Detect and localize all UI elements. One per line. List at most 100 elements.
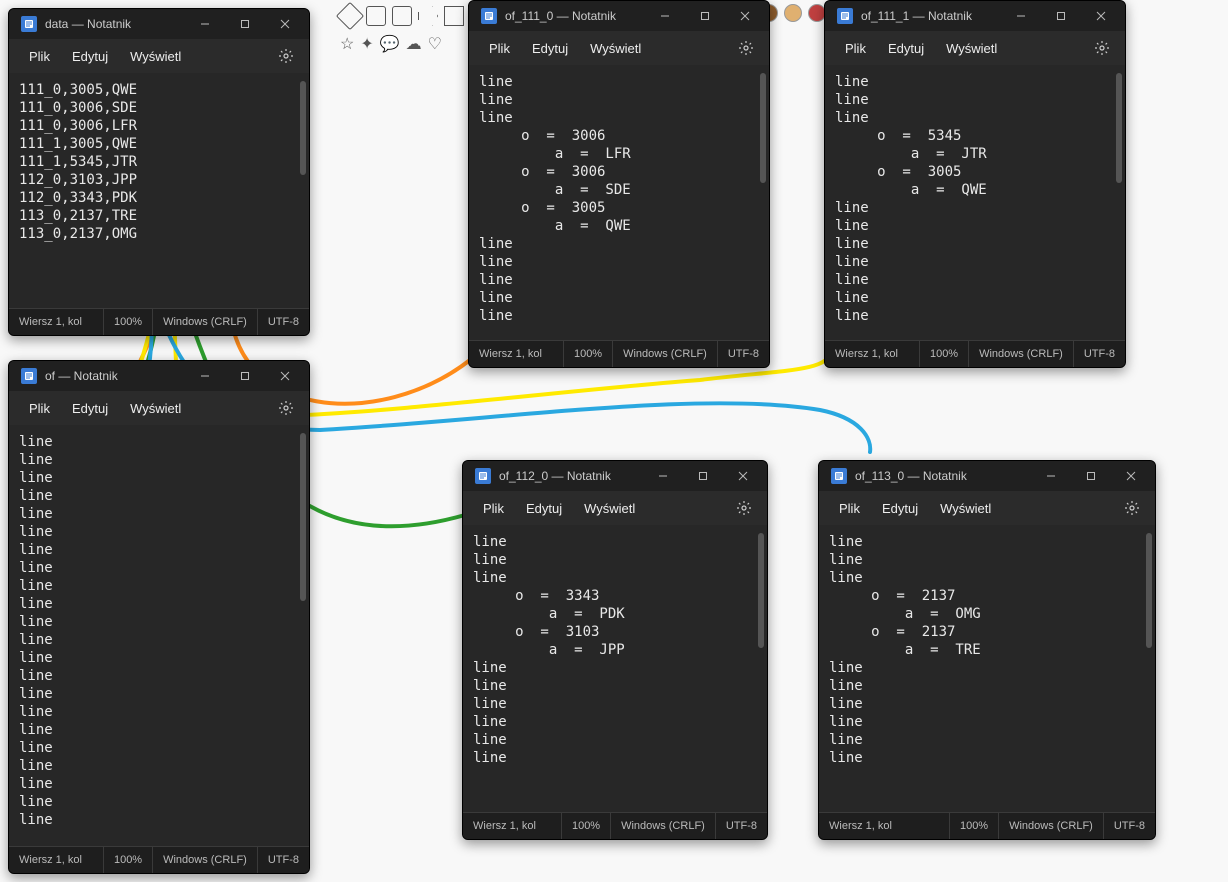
minimize-button[interactable] <box>645 1 685 31</box>
titlebar[interactable]: of_111_1 — Notatnik <box>825 1 1125 31</box>
editor-area[interactable]: line line line o = 3006 a = LFR o = 3006… <box>469 65 769 340</box>
menu-file[interactable]: Plik <box>479 37 520 60</box>
menu-file[interactable]: Plik <box>829 497 870 520</box>
status-encoding: UTF-8 <box>258 309 309 335</box>
notepad-app-icon <box>831 468 847 484</box>
statusbar: Wiersz 1, kol 100% Windows (CRLF) UTF-8 <box>9 308 309 335</box>
titlebar[interactable]: of — Notatnik <box>9 361 309 391</box>
menu-view[interactable]: Wyświetl <box>574 497 645 520</box>
window-title: of_111_1 — Notatnik <box>861 9 972 23</box>
editor-area[interactable]: line line line line line line line line … <box>9 425 309 846</box>
menu-view[interactable]: Wyświetl <box>120 45 191 68</box>
menu-view[interactable]: Wyświetl <box>580 37 651 60</box>
menu-edit[interactable]: Edytuj <box>522 37 578 60</box>
maximize-button[interactable] <box>1071 461 1111 491</box>
minimize-button[interactable] <box>643 461 683 491</box>
status-encoding: UTF-8 <box>1104 813 1155 839</box>
vertical-scrollbar[interactable] <box>1146 533 1152 648</box>
window-title: of_113_0 — Notatnik <box>855 469 967 483</box>
maximize-button[interactable] <box>1041 1 1081 31</box>
status-position: Wiersz 1, kol <box>819 813 950 839</box>
close-button[interactable] <box>265 361 305 391</box>
maximize-button[interactable] <box>225 361 265 391</box>
status-position: Wiersz 1, kol <box>825 341 920 367</box>
sparkle-shape-icon: ✦ <box>360 34 373 54</box>
editor-text[interactable]: line line line o = 5345 a = JTR o = 3005… <box>825 65 1125 340</box>
menu-edit[interactable]: Edytuj <box>872 497 928 520</box>
menu-file[interactable]: Plik <box>835 37 876 60</box>
titlebar[interactable]: of_113_0 — Notatnik <box>819 461 1155 491</box>
editor-text[interactable]: 111_0,3005,QWE 111_0,3006,SDE 111_0,3006… <box>9 73 309 308</box>
menu-view[interactable]: Wyświetl <box>930 497 1001 520</box>
editor-area[interactable]: 111_0,3005,QWE 111_0,3006,SDE 111_0,3006… <box>9 73 309 308</box>
speech-bubble-icon: 💬 <box>380 34 400 54</box>
status-encoding: UTF-8 <box>258 847 309 873</box>
maximize-button[interactable] <box>225 9 265 39</box>
menu-file[interactable]: Plik <box>19 45 60 68</box>
status-zoom[interactable]: 100% <box>920 341 969 367</box>
menu-file[interactable]: Plik <box>19 397 60 420</box>
editor-text[interactable]: line line line o = 3006 a = LFR o = 3006… <box>469 65 769 340</box>
statusbar: Wiersz 1, kol 100% Windows (CRLF) UTF-8 <box>819 812 1155 839</box>
cloud-shape-icon: ☁ <box>406 34 422 54</box>
menu-file[interactable]: Plik <box>473 497 514 520</box>
titlebar[interactable]: data — Notatnik <box>9 9 309 39</box>
menu-view[interactable]: Wyświetl <box>120 397 191 420</box>
status-zoom[interactable]: 100% <box>104 847 153 873</box>
menubar: Plik Edytuj Wyświetl <box>463 491 767 525</box>
close-button[interactable] <box>1111 461 1151 491</box>
status-encoding: UTF-8 <box>718 341 769 367</box>
statusbar: Wiersz 1, kol 100% Windows (CRLF) UTF-8 <box>825 340 1125 367</box>
status-eol: Windows (CRLF) <box>999 813 1104 839</box>
settings-button[interactable] <box>273 395 299 421</box>
color-swatch <box>784 4 802 22</box>
minimize-button[interactable] <box>185 9 225 39</box>
settings-button[interactable] <box>1119 495 1145 521</box>
editor-area[interactable]: line line line o = 5345 a = JTR o = 3005… <box>825 65 1125 340</box>
close-button[interactable] <box>265 9 305 39</box>
menubar: Plik Edytuj Wyświetl <box>469 31 769 65</box>
settings-button[interactable] <box>733 35 759 61</box>
close-button[interactable] <box>723 461 763 491</box>
menubar: Plik Edytuj Wyświetl <box>825 31 1125 65</box>
vertical-scrollbar[interactable] <box>758 533 764 648</box>
status-zoom[interactable]: 100% <box>564 341 613 367</box>
minimize-button[interactable] <box>1031 461 1071 491</box>
menu-edit[interactable]: Edytuj <box>878 37 934 60</box>
status-zoom[interactable]: 100% <box>950 813 999 839</box>
status-eol: Windows (CRLF) <box>153 309 258 335</box>
editor-text[interactable]: line line line o = 2137 a = OMG o = 2137… <box>819 525 1155 812</box>
editor-area[interactable]: line line line o = 2137 a = OMG o = 2137… <box>819 525 1155 812</box>
vertical-scrollbar[interactable] <box>300 81 306 175</box>
maximize-button[interactable] <box>683 461 723 491</box>
titlebar[interactable]: of_111_0 — Notatnik <box>469 1 769 31</box>
vertical-scrollbar[interactable] <box>300 433 306 601</box>
close-button[interactable] <box>1081 1 1121 31</box>
star-shape-icon: ☆ <box>340 34 354 54</box>
close-button[interactable] <box>725 1 765 31</box>
titlebar[interactable]: of_112_0 — Notatnik <box>463 461 767 491</box>
settings-button[interactable] <box>273 43 299 69</box>
settings-button[interactable] <box>731 495 757 521</box>
vertical-scrollbar[interactable] <box>760 73 766 183</box>
menu-edit[interactable]: Edytuj <box>516 497 572 520</box>
status-zoom[interactable]: 100% <box>562 813 611 839</box>
editor-text[interactable]: line line line line line line line line … <box>9 425 309 846</box>
menu-view[interactable]: Wyświetl <box>936 37 1007 60</box>
menu-edit[interactable]: Edytuj <box>62 45 118 68</box>
status-position: Wiersz 1, kol <box>463 813 562 839</box>
status-zoom[interactable]: 100% <box>104 309 153 335</box>
minimize-button[interactable] <box>1001 1 1041 31</box>
status-eol: Windows (CRLF) <box>613 341 718 367</box>
maximize-button[interactable] <box>685 1 725 31</box>
menu-edit[interactable]: Edytuj <box>62 397 118 420</box>
vertical-scrollbar[interactable] <box>1116 73 1122 183</box>
settings-button[interactable] <box>1089 35 1115 61</box>
window-title: data — Notatnik <box>45 17 131 31</box>
minimize-button[interactable] <box>185 361 225 391</box>
notepad-app-icon <box>475 468 491 484</box>
status-position: Wiersz 1, kol <box>469 341 564 367</box>
editor-text[interactable]: line line line o = 3343 a = PDK o = 3103… <box>463 525 767 812</box>
editor-area[interactable]: line line line o = 3343 a = PDK o = 3103… <box>463 525 767 812</box>
window-title: of — Notatnik <box>45 369 118 383</box>
